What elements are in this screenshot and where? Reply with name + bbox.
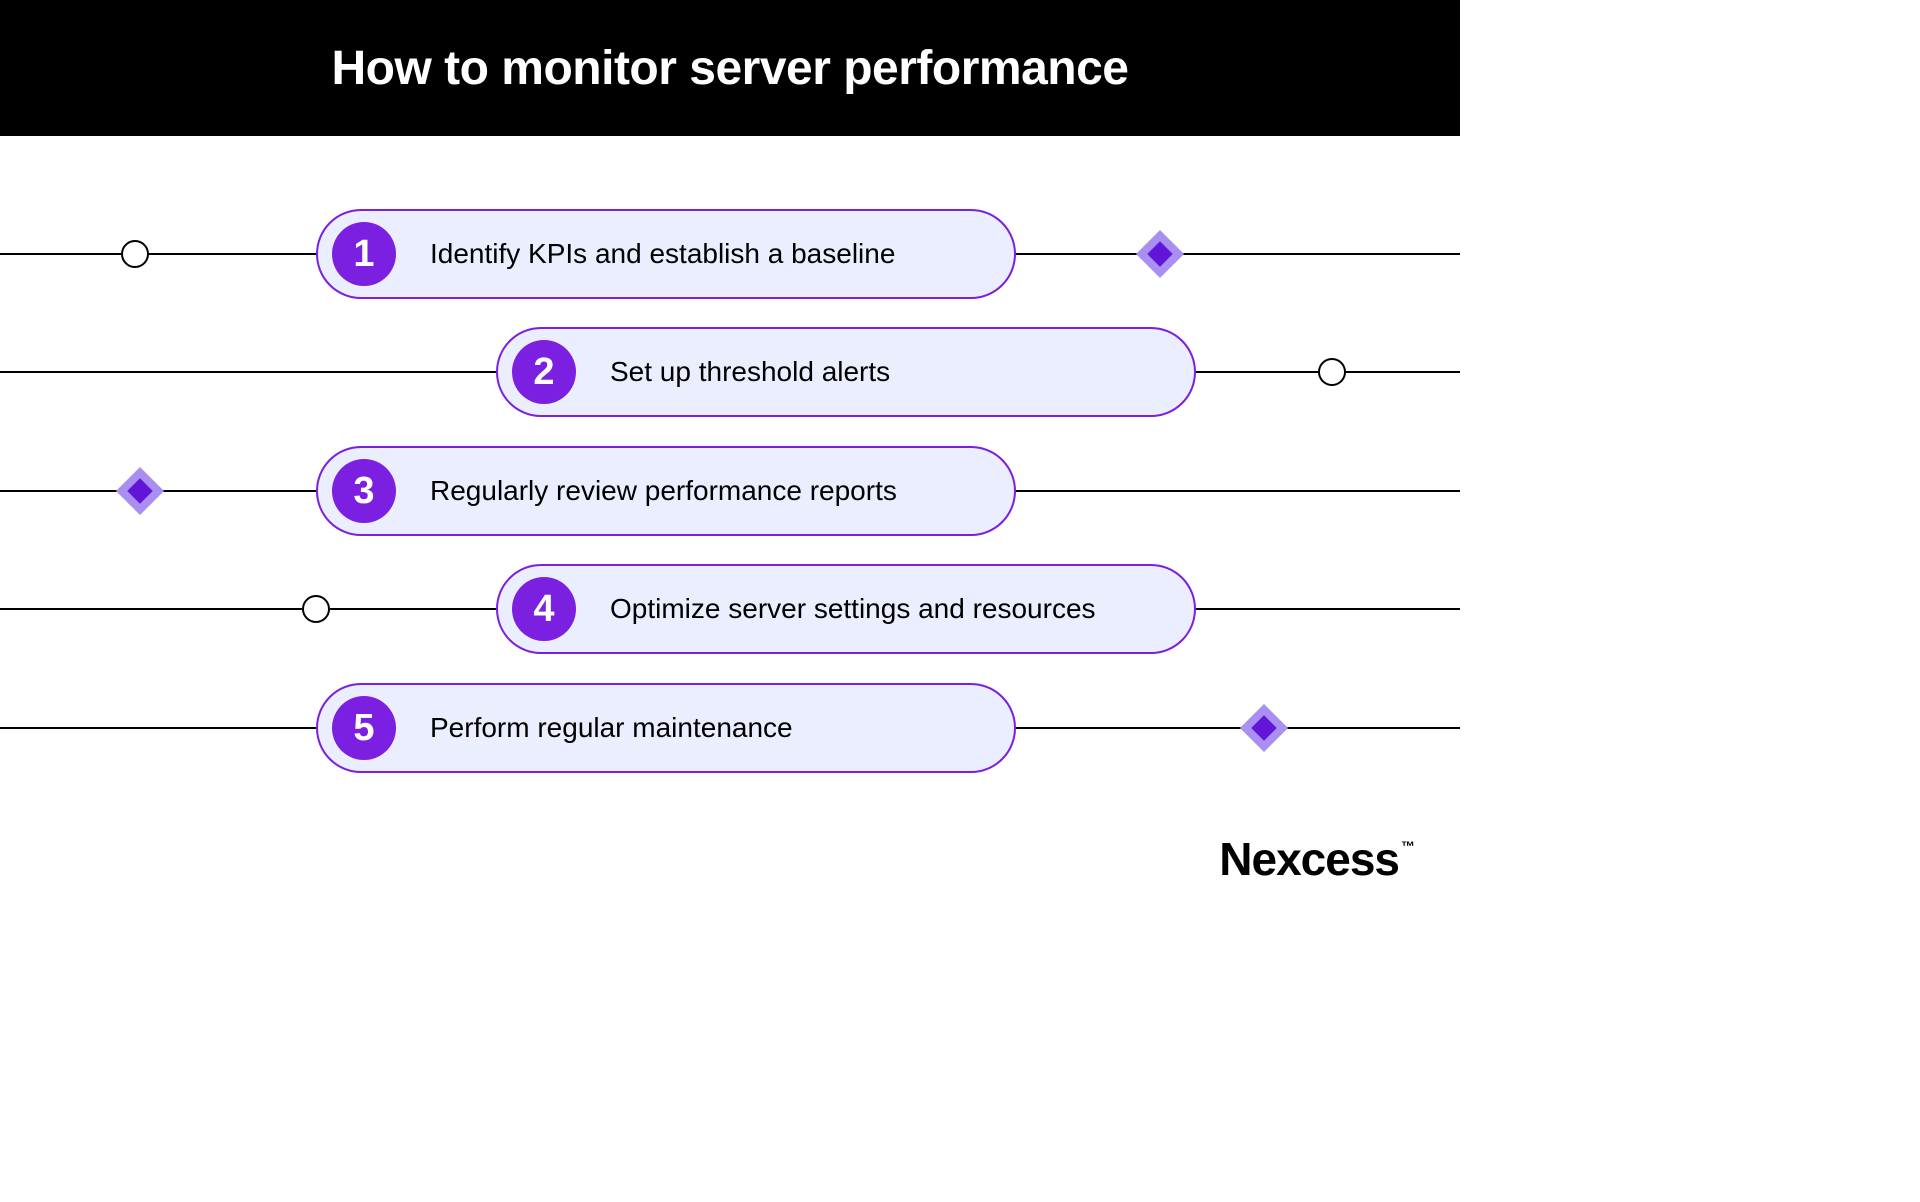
step-number-badge: 4 <box>512 577 576 641</box>
step-number-badge: 2 <box>512 340 576 404</box>
step-label: Optimize server settings and resources <box>610 593 1096 625</box>
diamond-icon <box>1247 711 1281 745</box>
open-circle-icon <box>121 240 149 268</box>
step-label: Regularly review performance reports <box>430 475 897 507</box>
trademark-icon: ™ <box>1401 838 1414 854</box>
header: How to monitor server performance <box>0 0 1460 136</box>
step-number-badge: 3 <box>332 459 396 523</box>
brand-logo: Nexcess™ <box>1219 832 1412 886</box>
step-label: Identify KPIs and establish a baseline <box>430 238 895 270</box>
step-pill-2: 2 Set up threshold alerts <box>496 327 1196 417</box>
step-number-badge: 1 <box>332 222 396 286</box>
step-label: Perform regular maintenance <box>430 712 793 744</box>
open-circle-icon <box>1318 358 1346 386</box>
step-label: Set up threshold alerts <box>610 356 890 388</box>
diamond-icon <box>1143 237 1177 271</box>
step-pill-4: 4 Optimize server settings and resources <box>496 564 1196 654</box>
diagram-content: 1 Identify KPIs and establish a baseline… <box>0 136 1460 912</box>
step-pill-3: 3 Regularly review performance reports <box>316 446 1016 536</box>
brand-name: Nexcess <box>1219 833 1399 885</box>
step-pill-1: 1 Identify KPIs and establish a baseline <box>316 209 1016 299</box>
diamond-icon <box>123 474 157 508</box>
step-number-badge: 5 <box>332 696 396 760</box>
page-title: How to monitor server performance <box>331 41 1128 96</box>
step-pill-5: 5 Perform regular maintenance <box>316 683 1016 773</box>
open-circle-icon <box>302 595 330 623</box>
